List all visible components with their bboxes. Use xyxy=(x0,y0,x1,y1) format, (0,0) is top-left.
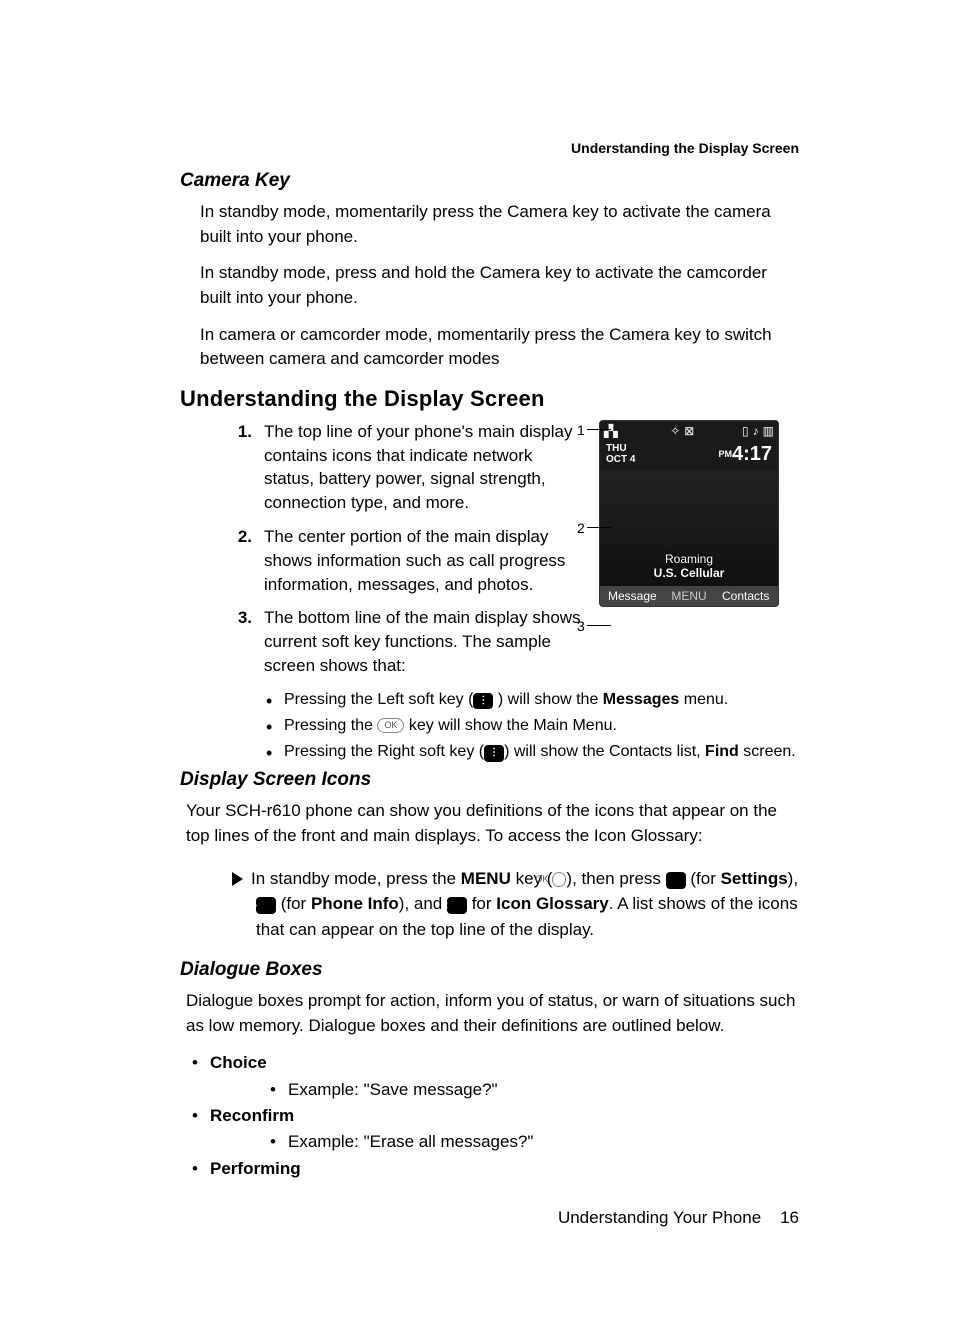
list-text: The bottom line of the main display show… xyxy=(264,606,581,677)
key-5-icon: 5 xyxy=(256,897,276,914)
page: Understanding the Display Screen Camera … xyxy=(0,0,954,1288)
ok-key-icon: OK xyxy=(377,718,404,733)
heading-dialogue-boxes: Dialogue Boxes xyxy=(180,959,799,981)
body-text: In camera or camcorder mode, momentarily… xyxy=(200,323,799,372)
battery-icon: ▥ xyxy=(763,424,774,438)
running-head: Understanding the Display Screen xyxy=(180,140,799,156)
list-item: Reconfirm Example: "Erase all messages?" xyxy=(192,1103,799,1156)
list-item: Example: "Erase all messages?" xyxy=(270,1129,799,1155)
list-item: Example: "Save message?" xyxy=(270,1077,799,1103)
body-text: In standby mode, momentarily press the C… xyxy=(200,200,799,249)
list-text: The top line of your phone's main displa… xyxy=(264,420,581,515)
definition-list: Choice Example: "Save message?" Reconfir… xyxy=(192,1050,799,1182)
step-instruction: In standby mode, press the MENU key (OK)… xyxy=(232,866,799,943)
phone-illustration: 1 2 3 ▞▖ ✧⊠ ▯♪▥ THUOCT 4 PM4:17 xyxy=(599,420,799,607)
heading-camera-key: Camera Key xyxy=(180,170,799,192)
music-icon: ♪ xyxy=(753,424,759,438)
no-sound-icon: ⊠ xyxy=(684,424,694,438)
list-item: Choice Example: "Save message?" xyxy=(192,1050,799,1103)
softkey-left: Message xyxy=(604,589,661,603)
key-2-icon: 2 xyxy=(447,897,467,914)
signal-icon: ▞▖ xyxy=(604,424,622,438)
two-column: 1.The top line of your phone's main disp… xyxy=(180,420,799,688)
list-text: The center portion of the main display s… xyxy=(264,525,581,596)
list-item: Performing xyxy=(192,1156,799,1182)
phone-screen: ▞▖ ✧ ⊠ ▯ ♪ ▥ THUOCT 4 PM4:17 Roaming U.S. C… xyxy=(599,420,779,607)
phone-softkeys: Message MENU Contacts xyxy=(600,586,778,606)
sub-bullet-list: Pressing the Left soft key (⋮ ) will sho… xyxy=(266,688,799,764)
heading-understanding-display: Understanding the Display Screen xyxy=(180,386,799,412)
body-text: In standby mode, press and hold the Came… xyxy=(200,261,799,310)
list-item: 1.The top line of your phone's main disp… xyxy=(220,420,581,515)
callout-1: 1 xyxy=(577,422,585,438)
key-9-icon: 9 xyxy=(666,872,686,889)
vibrate-icon: ✧ xyxy=(670,424,680,438)
triangle-bullet-icon xyxy=(232,872,243,886)
numbered-list: 1.The top line of your phone's main disp… xyxy=(220,420,581,678)
card-icon: ▯ xyxy=(742,424,749,438)
list-item: 3.The bottom line of the main display sh… xyxy=(220,606,581,677)
phone-status-bar: ▞▖ ✧ ⊠ ▯ ♪ ▥ xyxy=(600,421,778,441)
page-footer: Understanding Your Phone 16 xyxy=(180,1208,799,1228)
callout-2: 2 xyxy=(577,520,585,536)
list-item: 2.The center portion of the main display… xyxy=(220,525,581,596)
list-item: Pressing the Left soft key (⋮ ) will sho… xyxy=(266,688,799,711)
softkey-mid: MENU xyxy=(661,589,718,603)
body-text: Dialogue boxes prompt for action, inform… xyxy=(186,989,799,1038)
softkey-right: Contacts xyxy=(717,589,774,603)
carrier-label: U.S. Cellular xyxy=(654,566,725,580)
list-item: Pressing the OK key will show the Main M… xyxy=(266,714,799,737)
ok-key-icon: OK xyxy=(552,872,566,888)
callout-3: 3 xyxy=(577,618,585,634)
roaming-label: Roaming xyxy=(665,552,713,566)
phone-date-time: THUOCT 4 PM4:17 xyxy=(600,441,778,470)
right-softkey-icon: ⋮ xyxy=(484,745,504,762)
list-item: Pressing the Right soft key (⋮) will sho… xyxy=(266,740,799,763)
phone-wallpaper: Roaming U.S. Cellular xyxy=(600,470,778,586)
heading-display-icons: Display Screen Icons xyxy=(180,769,799,791)
body-text: Your SCH-r610 phone can show you definit… xyxy=(186,799,799,848)
left-softkey-icon: ⋮ xyxy=(473,693,493,710)
